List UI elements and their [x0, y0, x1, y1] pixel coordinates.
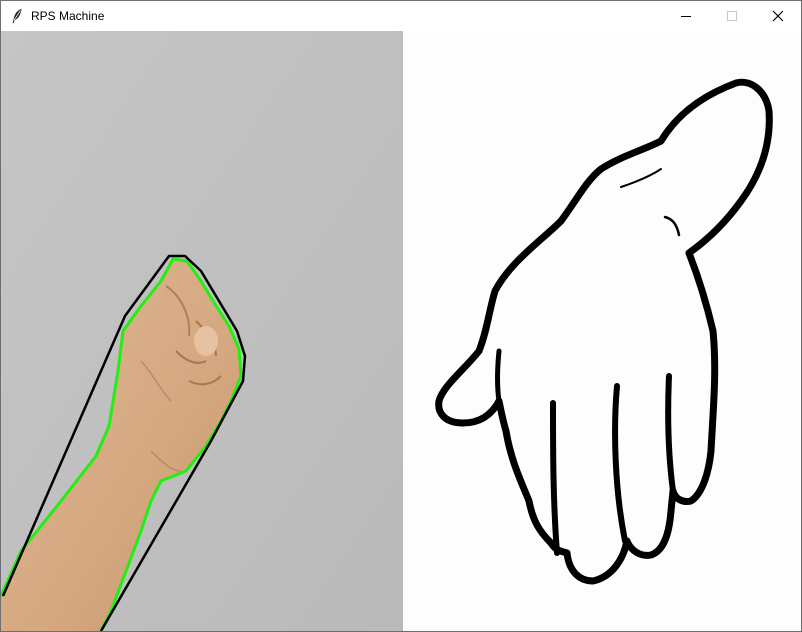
- main-content: [1, 31, 801, 631]
- window-title: RPS Machine: [31, 9, 105, 23]
- maximize-button[interactable]: [709, 1, 755, 31]
- camera-feed: [1, 31, 403, 631]
- window-controls: [663, 1, 801, 31]
- hand-outline: [435, 78, 773, 585]
- maximize-icon: [727, 11, 737, 21]
- camera-frame: [1, 31, 403, 631]
- close-button[interactable]: [755, 1, 801, 31]
- computer-move-display: [403, 31, 801, 631]
- close-icon: [772, 10, 784, 22]
- paper-hand-icon: [435, 78, 773, 585]
- minimize-button[interactable]: [663, 1, 709, 31]
- feather-icon: [9, 8, 25, 24]
- title-bar[interactable]: RPS Machine: [1, 1, 801, 31]
- app-window: RPS Machine: [0, 0, 802, 632]
- minimize-icon: [681, 16, 691, 17]
